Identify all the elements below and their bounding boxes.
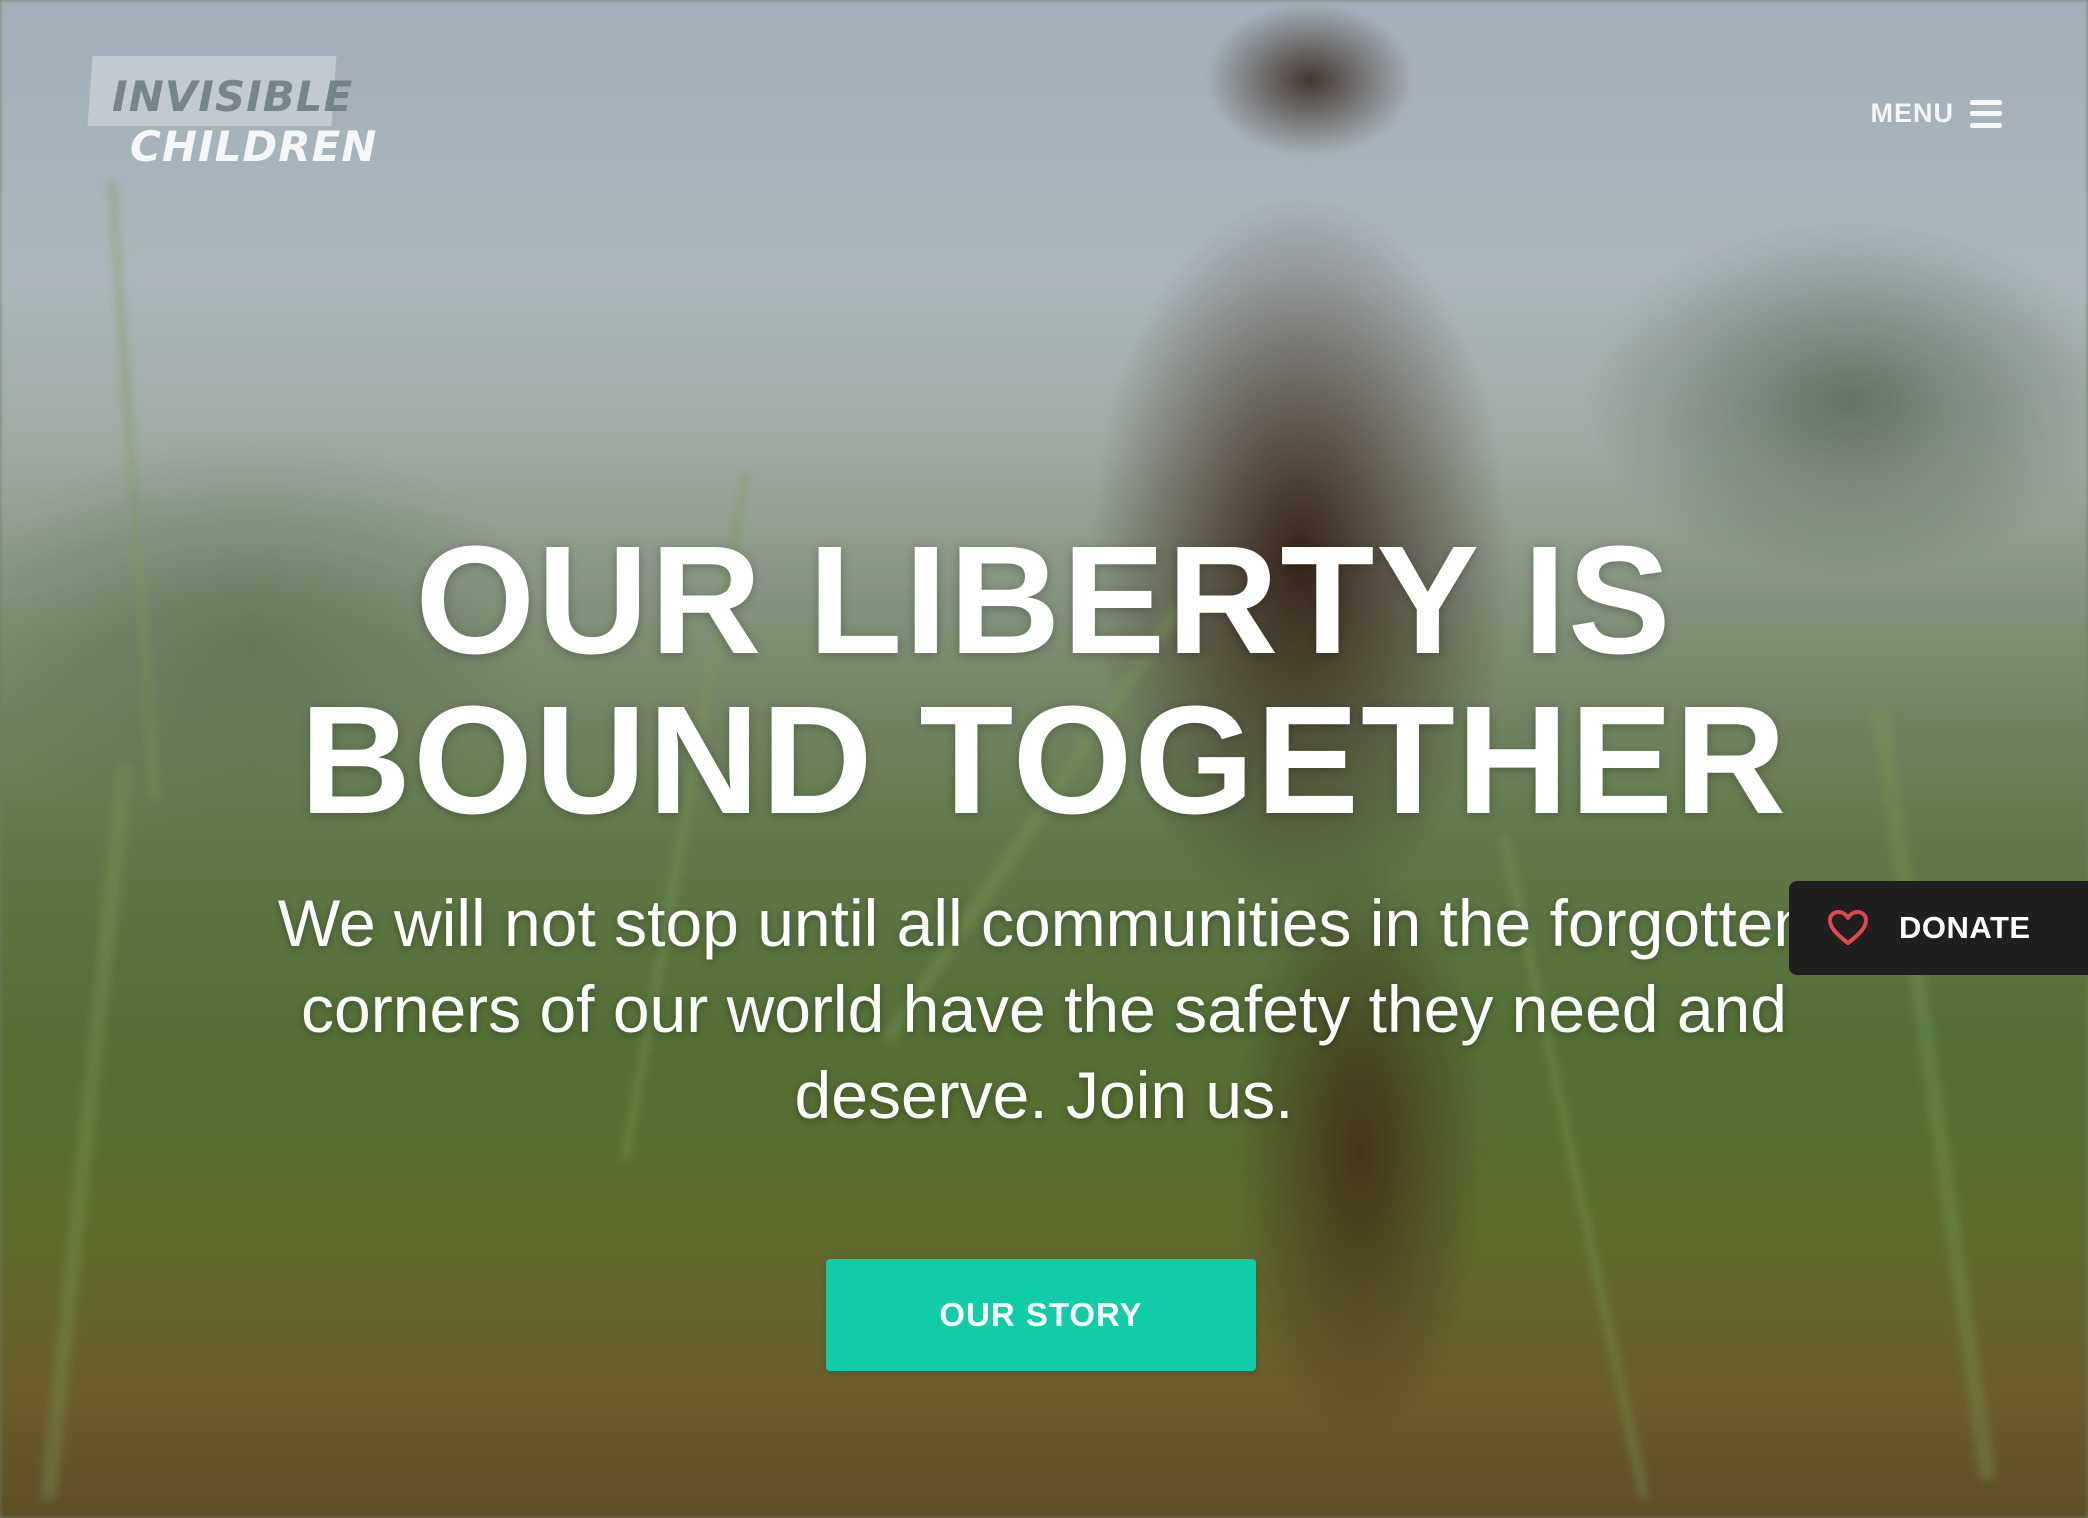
hero-headline-line-2: BOUND TOGETHER	[299, 674, 1789, 846]
hero-headline-line-1: OUR LIBERTY IS	[415, 514, 1673, 686]
hamburger-icon	[1970, 99, 2002, 128]
logo-line-2: CHILDREN	[130, 122, 378, 171]
page: INVISIBLE CHILDREN MENU OUR LIBERTY IS B…	[0, 0, 2088, 1518]
our-story-button[interactable]: OUR STORY	[826, 1259, 1256, 1371]
menu-label: MENU	[1870, 98, 1954, 128]
donate-label: DONATE	[1899, 910, 2031, 945]
menu-button[interactable]: MENU	[1870, 98, 2002, 129]
invisible-children-logo[interactable]: INVISIBLE CHILDREN	[87, 56, 376, 172]
hero-section: OUR LIBERTY IS BOUND TOGETHER We will no…	[0, 520, 2088, 1138]
hero-headline: OUR LIBERTY IS BOUND TOGETHER	[244, 520, 1844, 840]
heart-icon	[1828, 910, 1868, 945]
logo-line-1: INVISIBLE	[112, 72, 354, 121]
hero-subtext: We will not stop until all communities i…	[277, 886, 1811, 1132]
donate-button[interactable]: DONATE	[1789, 881, 2088, 975]
